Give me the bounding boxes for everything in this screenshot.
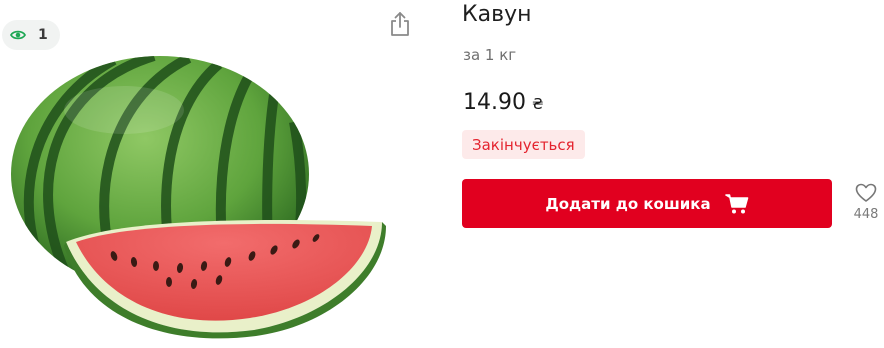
add-to-cart-button[interactable]: Додати до кошика (462, 179, 832, 228)
views-count: 1 (38, 27, 48, 43)
product-image (11, 56, 386, 339)
price-currency: ₴ (531, 95, 544, 113)
product-price: 14.90 ₴ (463, 90, 544, 115)
favorites-count: 448 (853, 207, 879, 222)
heart-icon (855, 183, 877, 202)
product-title: Кавун (462, 2, 532, 27)
price-amount: 14.90 (463, 90, 526, 115)
product-unit: за 1 кг (463, 46, 517, 64)
cart-icon (724, 193, 748, 213)
add-to-cart-label: Додати до кошика (545, 194, 711, 213)
stock-status-badge: Закінчується (462, 130, 585, 159)
eye-icon (10, 30, 26, 40)
views-badge: 1 (2, 20, 60, 50)
favorite-button[interactable]: 448 (848, 183, 884, 222)
share-icon[interactable] (388, 10, 412, 38)
